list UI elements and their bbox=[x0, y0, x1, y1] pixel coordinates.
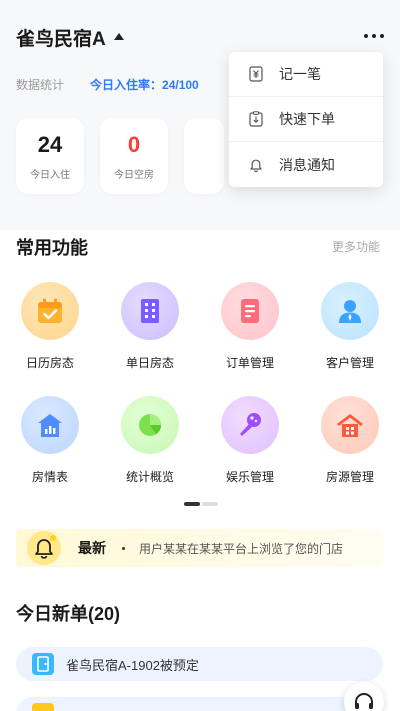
stat-value: 24 bbox=[37, 131, 63, 157]
room-chart-icon bbox=[21, 396, 79, 454]
function-order-management[interactable]: 订单管理 bbox=[200, 282, 300, 396]
occupancy-rate: 今日入住率：24/100 bbox=[90, 78, 199, 92]
function-statistics[interactable]: 统计概览 bbox=[100, 396, 200, 510]
function-label: 日历房态 bbox=[25, 356, 74, 370]
function-grid-row: 房情表 统计概览 娱乐管理 房源管理 bbox=[0, 396, 400, 510]
headset-icon bbox=[355, 693, 373, 709]
page-dot-active bbox=[184, 502, 200, 506]
quick-order-icon bbox=[249, 111, 263, 127]
menu-item-notifications[interactable]: 消息通知 bbox=[229, 142, 383, 187]
building-icon bbox=[121, 282, 179, 340]
stats-label: 数据统计 bbox=[16, 78, 65, 92]
notice-tag: 最新 bbox=[78, 540, 106, 556]
function-label: 娱乐管理 bbox=[225, 470, 274, 484]
section-title-new-orders: 今日新单(20) bbox=[16, 604, 121, 624]
function-label: 客户管理 bbox=[325, 356, 374, 370]
stats-row: 数据统计 今日入住率：24/100 bbox=[16, 76, 199, 93]
function-room-chart[interactable]: 房情表 bbox=[0, 396, 100, 510]
pie-chart-icon bbox=[121, 396, 179, 454]
function-grid: 日历房态 单日房态 订单管理 客户管理 房情表 统计概览 娱乐管理 房源管理 bbox=[0, 282, 400, 510]
stat-card-vacant[interactable]: 0 今日空房 bbox=[100, 118, 168, 194]
stat-card-hidden bbox=[184, 118, 224, 194]
stat-card-checkin[interactable]: 24 今日入住 bbox=[16, 118, 84, 194]
calendar-icon bbox=[21, 282, 79, 340]
dot-icon bbox=[364, 34, 368, 38]
bell-icon bbox=[249, 157, 263, 173]
store-switcher[interactable]: 雀鸟民宿A bbox=[16, 24, 124, 50]
function-entertainment[interactable]: 娱乐管理 bbox=[200, 396, 300, 510]
function-calendar-status[interactable]: 日历房态 bbox=[0, 282, 100, 396]
door-icon bbox=[32, 653, 54, 675]
dot-icon bbox=[380, 34, 384, 38]
dot-icon bbox=[372, 34, 376, 38]
function-property-management[interactable]: 房源管理 bbox=[300, 396, 400, 510]
stat-value: 0 bbox=[127, 131, 141, 157]
caret-up-icon[interactable] bbox=[113, 32, 124, 40]
page-indicator bbox=[184, 502, 218, 506]
more-menu-dropdown: 记一笔 快速下单 消息通知 bbox=[229, 52, 383, 187]
function-label: 房源管理 bbox=[325, 470, 374, 484]
notice-text: 用户某某在某某平台上浏览了您的门店 bbox=[139, 541, 344, 556]
function-label: 房情表 bbox=[31, 470, 68, 484]
menu-item-label: 快速下单 bbox=[279, 111, 335, 127]
function-label: 订单管理 bbox=[225, 356, 274, 370]
yuan-note-icon bbox=[249, 66, 263, 82]
door-icon bbox=[32, 703, 54, 711]
function-daily-status[interactable]: 单日房态 bbox=[100, 282, 200, 396]
latest-notice-bar[interactable]: 最新 用户某某在某某平台上浏览了您的门店 bbox=[16, 529, 383, 567]
page-dot bbox=[202, 502, 218, 506]
stat-cards: 24 今日入住 0 今日空房 bbox=[16, 118, 224, 194]
store-name[interactable]: 雀鸟民宿A bbox=[16, 24, 106, 51]
house-icon bbox=[321, 396, 379, 454]
menu-item-label: 记一笔 bbox=[279, 66, 321, 82]
section-title-functions: 常用功能 bbox=[16, 238, 88, 258]
function-grid-row: 日历房态 单日房态 订单管理 客户管理 bbox=[0, 282, 400, 396]
more-functions-link[interactable]: 更多功能 bbox=[332, 238, 380, 255]
order-text: 雀鸟民宿A-1902被预定 bbox=[66, 657, 199, 673]
menu-item-record[interactable]: 记一笔 bbox=[229, 52, 383, 97]
function-label: 统计概览 bbox=[125, 470, 174, 484]
stat-label: 今日空房 bbox=[114, 169, 154, 181]
notice-bell-icon bbox=[26, 530, 62, 566]
order-list-item-partial[interactable] bbox=[16, 697, 383, 711]
customer-icon bbox=[321, 282, 379, 340]
menu-item-label: 消息通知 bbox=[279, 156, 335, 173]
order-list-item[interactable]: 雀鸟民宿A-1902被预定 bbox=[16, 647, 383, 681]
notice-separator bbox=[122, 546, 125, 550]
microphone-icon bbox=[221, 396, 279, 454]
function-label: 单日房态 bbox=[125, 356, 174, 370]
more-menu-button[interactable] bbox=[360, 28, 388, 44]
customer-service-button[interactable] bbox=[344, 682, 384, 711]
stat-label: 今日入住 bbox=[30, 169, 70, 181]
order-list-icon bbox=[221, 282, 279, 340]
menu-item-quick-order[interactable]: 快速下单 bbox=[229, 97, 383, 142]
function-customer-management[interactable]: 客户管理 bbox=[300, 282, 400, 396]
